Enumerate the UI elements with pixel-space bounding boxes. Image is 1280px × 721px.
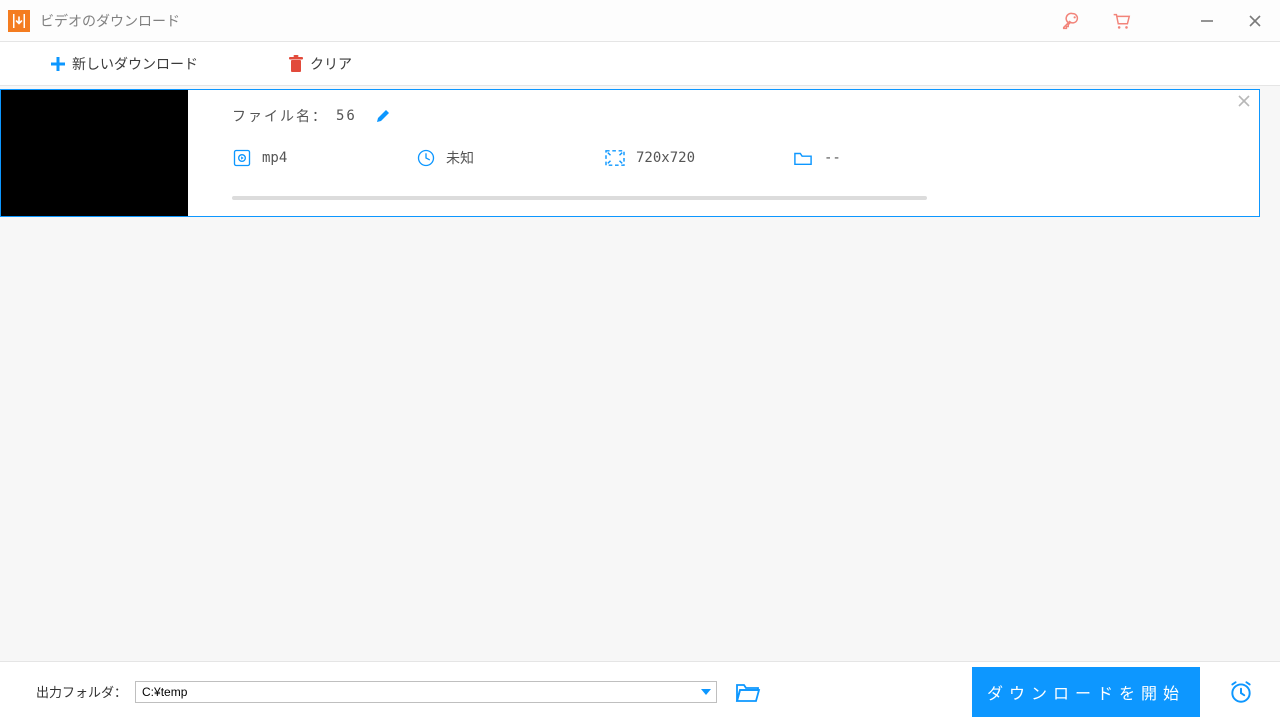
open-folder-icon <box>735 681 761 703</box>
item-body: ファイル名： 56 mp4 未知 720x720 <box>188 90 1259 216</box>
chevron-down-icon <box>701 689 711 695</box>
format-value: mp4 <box>262 150 287 166</box>
meta-row: mp4 未知 720x720 -- <box>232 148 1229 168</box>
plus-icon <box>50 56 66 72</box>
minimize-button[interactable] <box>1200 14 1214 28</box>
schedule-button[interactable] <box>1228 680 1254 704</box>
remove-item-button[interactable] <box>1237 94 1251 108</box>
cart-icon[interactable] <box>1110 10 1132 32</box>
start-download-label: ダウンロードを開始 <box>987 680 1185 704</box>
window-controls <box>1200 14 1262 28</box>
window-title: ビデオのダウンロード <box>40 11 1060 31</box>
clear-button[interactable]: クリア <box>288 54 352 74</box>
meta-duration: 未知 <box>416 148 604 168</box>
clock-icon <box>416 148 436 168</box>
filename-label: ファイル名： <box>232 106 328 126</box>
output-folder-field[interactable] <box>135 681 717 703</box>
key-icon[interactable] <box>1060 10 1082 32</box>
duration-value: 未知 <box>446 148 474 168</box>
alarm-clock-icon <box>1228 679 1254 705</box>
toolbar: 新しいダウンロード クリア <box>0 42 1280 86</box>
filename-value: 56 <box>336 108 357 124</box>
start-download-button[interactable]: ダウンロードを開始 <box>972 667 1200 717</box>
pencil-icon <box>375 108 391 124</box>
titlebar-actions <box>1060 10 1272 32</box>
folder-dropdown-button[interactable] <box>696 689 716 695</box>
titlebar: ビデオのダウンロード <box>0 0 1280 42</box>
content-area: ファイル名： 56 mp4 未知 720x720 <box>0 86 1280 661</box>
meta-resolution: 720x720 <box>604 149 792 167</box>
download-item[interactable]: ファイル名： 56 mp4 未知 720x720 <box>0 89 1260 217</box>
meta-size: -- <box>792 149 841 167</box>
output-folder-input[interactable] <box>136 682 696 702</box>
output-folder-label: 出力フォルダ： <box>36 682 127 701</box>
edit-filename-button[interactable] <box>375 108 391 124</box>
size-value: -- <box>824 150 841 166</box>
progress-bar <box>232 196 927 200</box>
filename-row: ファイル名： 56 <box>232 106 1229 126</box>
app-logo-icon <box>8 10 30 32</box>
resolution-value: 720x720 <box>636 150 695 166</box>
new-download-button[interactable]: 新しいダウンロード <box>50 54 198 74</box>
new-download-label: 新しいダウンロード <box>72 54 198 74</box>
close-button[interactable] <box>1248 14 1262 28</box>
footer: 出力フォルダ： ダウンロードを開始 <box>0 661 1280 721</box>
trash-icon <box>288 55 304 73</box>
clear-label: クリア <box>310 54 352 74</box>
video-thumbnail <box>1 90 188 216</box>
open-folder-button[interactable] <box>735 681 761 703</box>
resolution-icon <box>604 149 626 167</box>
meta-format: mp4 <box>232 148 416 168</box>
folder-icon <box>792 149 814 167</box>
format-icon <box>232 148 252 168</box>
